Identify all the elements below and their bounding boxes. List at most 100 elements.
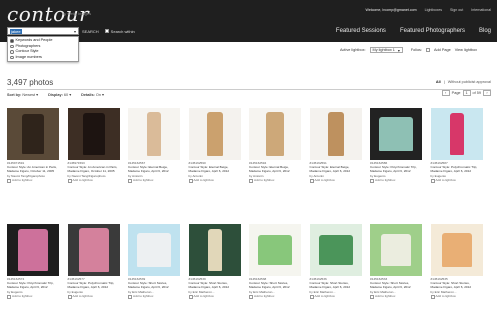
photo-thumbnail[interactable] [7, 224, 59, 276]
add-checkbox[interactable] [7, 178, 11, 183]
photo-thumbnail[interactable] [249, 108, 301, 160]
radio-icon[interactable] [10, 39, 14, 43]
add-to-lightbox[interactable]: Add to lightbox [188, 294, 241, 299]
photo-caption: Contour Style: Polychromatic Trip, Madam… [430, 164, 478, 173]
nav-featured-sessions[interactable]: Featured Sessions [336, 28, 386, 34]
signout-link[interactable]: Sign out [450, 8, 463, 12]
photo-card[interactable]: #145971593 Contour Style: An American in … [67, 108, 120, 183]
view-lightbox-link[interactable]: View lightbox [455, 48, 477, 52]
add-to-lightbox[interactable]: Add to lightbox [67, 294, 120, 299]
filter-all[interactable]: All [436, 80, 441, 84]
radio-icon[interactable] [10, 44, 14, 49]
photo-thumbnail[interactable] [188, 108, 241, 160]
photo-thumbnail[interactable] [67, 224, 120, 276]
filter-without-approval[interactable]: Without publicist approval [448, 80, 491, 84]
photo-thumbnail[interactable] [430, 224, 483, 276]
add-to-lightbox[interactable]: Add to lightbox [67, 178, 120, 183]
add-to-lightbox[interactable]: Add to lightbox [128, 293, 180, 299]
search-type-option[interactable]: Image numbers [10, 55, 76, 61]
add-to-lightbox[interactable]: Add to lightbox [430, 178, 483, 183]
page-number-input[interactable]: 1 [462, 90, 471, 96]
photo-card[interactable]: #145162567 Contour Style: Eternal Beige, … [128, 108, 180, 183]
add-checkbox[interactable] [128, 178, 132, 183]
photo-card[interactable]: #145162586 Contour Style: Polychromatic T… [370, 108, 422, 183]
add-to-lightbox[interactable]: Add to lightbox [309, 178, 362, 183]
nav-featured-photographers[interactable]: Featured Photographers [400, 28, 465, 34]
lightboxes-link[interactable]: Lightboxes [425, 8, 442, 12]
photo-card[interactable]: #145162533 Contour Style: Short Stories, … [370, 224, 422, 299]
photo-card[interactable]: #145971591 Contour Style: An American in … [7, 108, 59, 183]
add-checkbox[interactable] [370, 178, 374, 183]
photo-thumbnail[interactable] [430, 108, 483, 160]
add-checkbox[interactable] [188, 294, 193, 299]
photo-subject [207, 229, 222, 271]
add-to-lightbox[interactable]: Add to lightbox [128, 177, 180, 183]
lightbox-select[interactable]: My lightbox 1 ▾ [369, 47, 403, 53]
add-checkbox[interactable] [309, 178, 314, 183]
add-page-checkbox[interactable] [426, 48, 431, 52]
radio-icon[interactable] [10, 55, 14, 60]
photo-card[interactable]: #145162577 Contour Style: Polychromatic T… [67, 224, 120, 299]
photo-card[interactable]: #145162591 Contour Style: Eternal Beige, … [309, 108, 362, 183]
photo-thumbnail[interactable] [128, 224, 180, 276]
add-to-lightbox-label: Add to lightbox [133, 177, 154, 182]
photo-thumbnail[interactable] [188, 224, 241, 276]
search-within-toggle[interactable]: Search within [104, 29, 135, 34]
photo-card[interactable]: #145162594 Contour Style: Eternal Beige, … [249, 108, 301, 183]
add-to-lightbox[interactable]: Add to lightbox [188, 178, 241, 183]
add-checkbox[interactable] [249, 294, 253, 299]
add-to-lightbox[interactable]: Add to lightbox [430, 294, 483, 299]
photo-card[interactable]: #145162535 Contour Style: Short Stories, … [430, 224, 483, 299]
search-input[interactable]: jakee ▾ [7, 27, 79, 35]
search-button[interactable]: SEARCH [82, 29, 99, 34]
add-to-lightbox[interactable]: Add to lightbox [249, 178, 301, 183]
add-to-lightbox[interactable]: Add to lightbox [7, 178, 59, 183]
add-to-lightbox[interactable]: Add to lightbox [249, 294, 301, 299]
add-checkbox[interactable] [67, 178, 72, 183]
photo-thumbnail[interactable] [249, 224, 301, 276]
add-checkbox[interactable] [128, 294, 132, 299]
add-to-lightbox[interactable]: Add to lightbox [370, 178, 422, 183]
photo-thumbnail[interactable] [309, 108, 362, 160]
prev-page-button[interactable]: ‹ [441, 90, 450, 96]
add-checkbox[interactable] [249, 178, 253, 183]
search-row: jakee ▾ SEARCH Search within [7, 26, 135, 36]
photo-meta: #145162591 Contour Style: Eternal Beige, … [309, 161, 362, 183]
photo-thumbnail[interactable] [370, 224, 422, 276]
details-control[interactable]: Details: On ▾ [81, 92, 104, 97]
international-link[interactable]: International [471, 8, 491, 12]
photo-thumbnail[interactable] [67, 108, 120, 160]
add-checkbox[interactable] [370, 294, 374, 299]
photo-card[interactable]: #145162536 Contour Style: Short Stories, … [309, 224, 362, 299]
photo-thumbnail[interactable] [309, 224, 362, 276]
search-within-checkbox[interactable] [104, 29, 109, 33]
photo-thumbnail[interactable] [128, 108, 180, 160]
radio-icon[interactable] [10, 50, 14, 54]
add-checkbox[interactable] [430, 294, 435, 299]
add-to-lightbox[interactable]: Add to lightbox [309, 294, 362, 299]
next-page-button[interactable]: › [483, 90, 491, 96]
display-control[interactable]: Display: 60 ▾ [48, 92, 71, 97]
photo-meta: #145162594 Contour Style: Eternal Beige, … [249, 161, 301, 183]
add-checkbox[interactable] [309, 294, 314, 299]
add-page-link[interactable]: Add Page [434, 48, 451, 52]
photo-card[interactable]: #145162590 Contour Style: Eternal Beige, … [188, 108, 241, 183]
sort-control[interactable]: Sort by: Newest ▾ [7, 92, 38, 97]
photo-meta: #145162533 Contour Style: Short Stories, … [370, 277, 422, 299]
add-checkbox[interactable] [430, 178, 435, 183]
photo-card[interactable]: #145162587 Contour Style: Polychromatic T… [430, 108, 483, 183]
search-dropdown-icon[interactable]: ▾ [74, 29, 76, 34]
add-checkbox[interactable] [67, 294, 72, 299]
add-checkbox[interactable] [7, 294, 11, 299]
add-checkbox[interactable] [188, 178, 193, 183]
photo-thumbnail[interactable] [7, 108, 59, 160]
add-to-lightbox[interactable]: Add to lightbox [370, 294, 422, 299]
nav-blog[interactable]: Blog [479, 28, 491, 34]
photo-card[interactable]: #145162538 Contour Style: Short Stories, … [249, 224, 301, 299]
photo-card[interactable]: #145162574 Contour Style: Polychromatic T… [7, 224, 59, 299]
photo-thumbnail[interactable] [370, 108, 422, 160]
add-to-lightbox-label: Add to lightbox [133, 293, 154, 298]
photo-card[interactable]: #145162539 Contour Style: Short Stories, … [128, 224, 180, 299]
photo-card[interactable]: #145162539 Contour Style: Short Stories, … [188, 224, 241, 299]
add-to-lightbox[interactable]: Add to lightbox [7, 294, 59, 299]
